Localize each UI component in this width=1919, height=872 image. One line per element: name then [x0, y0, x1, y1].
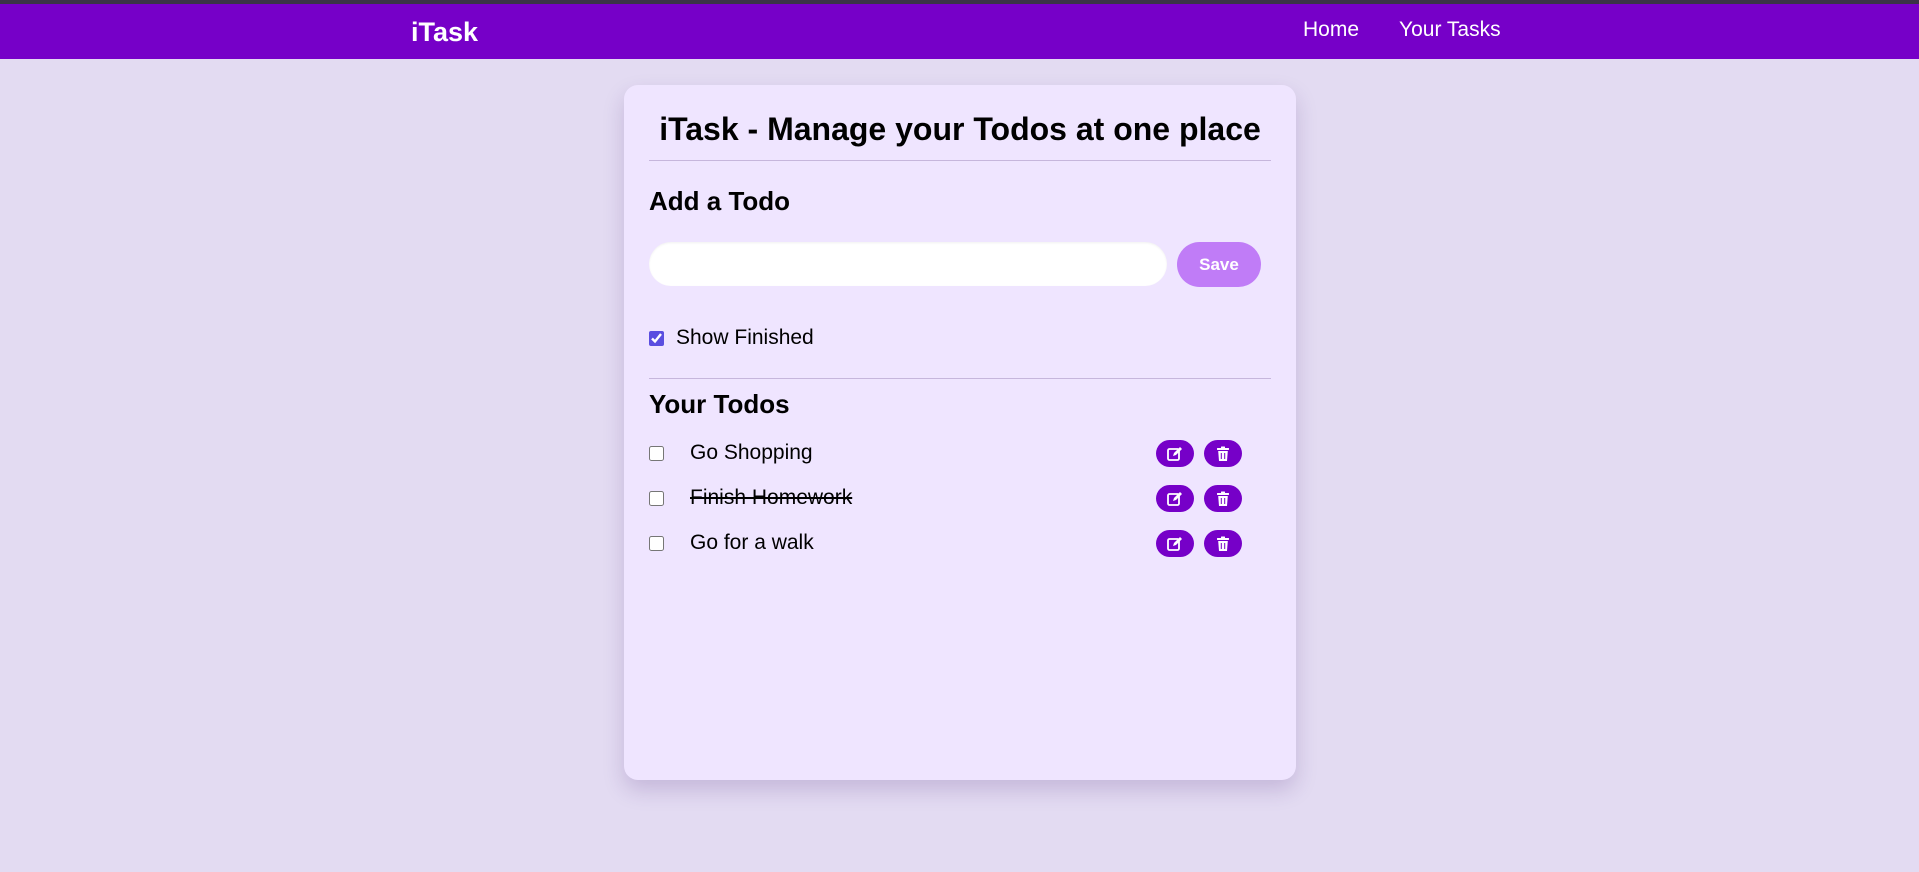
show-finished-toggle[interactable]: Show Finished [649, 326, 814, 350]
trash-icon [1217, 446, 1229, 461]
todo-checkbox[interactable] [649, 536, 664, 551]
todo-text: Finish Homework [690, 486, 853, 509]
todo-text: Go Shopping [690, 441, 813, 464]
delete-button[interactable] [1204, 530, 1242, 557]
edit-icon [1167, 491, 1182, 506]
page-title: iTask - Manage your Todos at one place [659, 111, 1261, 147]
todo-card: iTask - Manage your Todos at one place A… [624, 85, 1296, 780]
edit-button[interactable] [1156, 440, 1194, 467]
todo-text: Go for a walk [690, 531, 814, 554]
nav-link-your-tasks[interactable]: Your Tasks [1399, 18, 1501, 42]
edit-button[interactable] [1156, 485, 1194, 512]
title-divider [649, 160, 1271, 161]
show-finished-label: Show Finished [676, 326, 814, 349]
nav-link-home[interactable]: Home [1303, 18, 1359, 42]
save-button[interactable]: Save [1177, 242, 1261, 287]
navbar: iTask Home Your Tasks [0, 4, 1919, 59]
todo-item: Finish Homework [649, 484, 1266, 514]
delete-button[interactable] [1204, 440, 1242, 467]
edit-button[interactable] [1156, 530, 1194, 557]
delete-button[interactable] [1204, 485, 1242, 512]
todo-item: Go for a walk [649, 529, 1266, 559]
brand-logo[interactable]: iTask [411, 17, 478, 48]
trash-icon [1217, 536, 1229, 551]
trash-icon [1217, 491, 1229, 506]
todo-input[interactable] [649, 242, 1167, 286]
add-todo-heading: Add a Todo [649, 186, 791, 216]
todo-checkbox[interactable] [649, 446, 664, 461]
your-todos-heading: Your Todos [649, 389, 790, 419]
section-divider [649, 378, 1271, 379]
nav-links: Home Your Tasks [1303, 18, 1501, 42]
edit-icon [1167, 446, 1182, 461]
show-finished-checkbox[interactable] [649, 330, 664, 346]
todo-checkbox[interactable] [649, 491, 664, 506]
edit-icon [1167, 536, 1182, 551]
todo-item: Go Shopping [649, 439, 1266, 469]
